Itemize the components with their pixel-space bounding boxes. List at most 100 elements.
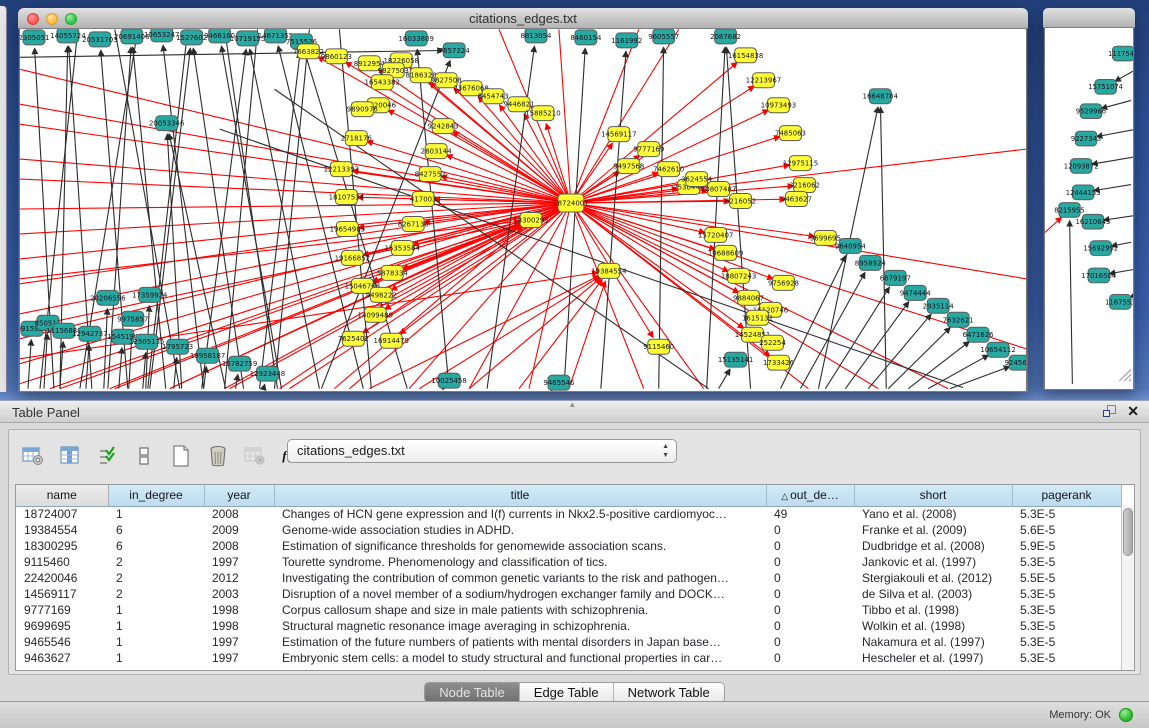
- tab-node-table[interactable]: Node Table: [425, 683, 520, 702]
- graph-node[interactable]: 15751074: [1088, 79, 1123, 94]
- edge-black[interactable]: [193, 48, 243, 388]
- table-cell[interactable]: 5.6E-5: [1012, 522, 1121, 538]
- table-cell[interactable]: 5.3E-5: [1012, 586, 1121, 602]
- table-row[interactable]: 1456911722003Disruption of a novel membe…: [16, 586, 1121, 602]
- delete-table-icon[interactable]: [204, 442, 232, 470]
- edge-black[interactable]: [719, 369, 730, 388]
- graph-node[interactable]: 8427552: [415, 167, 446, 182]
- graph-node[interactable]: 8267130: [398, 216, 429, 231]
- table-cell[interactable]: 1997: [204, 650, 274, 666]
- graph-node[interactable]: 7625402: [338, 331, 369, 346]
- edge-black[interactable]: [28, 340, 31, 389]
- resize-grip-icon[interactable]: [1129, 379, 1131, 381]
- table-cell[interactable]: 0: [766, 618, 854, 634]
- network-canvas[interactable]: 2305051140557242053170320691406106532471…: [19, 29, 1027, 391]
- window-titlebar[interactable]: citations_edges.txt: [18, 8, 1028, 29]
- float-panel-icon[interactable]: [1103, 404, 1117, 418]
- table-cell[interactable]: 1: [108, 650, 204, 666]
- minimize-window-button[interactable]: [46, 13, 58, 25]
- table-cell[interactable]: Wolkin et al. (1998): [854, 618, 1012, 634]
- graph-node[interactable]: 9890976: [347, 102, 378, 117]
- graph-node[interactable]: 14099489: [358, 307, 393, 322]
- graph-node[interactable]: 1167553: [1105, 295, 1134, 310]
- edge-red[interactable]: [20, 203, 571, 364]
- table-cell[interactable]: 49: [766, 506, 854, 522]
- graph-node[interactable]: 417003: [410, 192, 437, 207]
- table-cell[interactable]: 2: [108, 586, 204, 602]
- edge-black[interactable]: [950, 367, 1010, 389]
- edge-black[interactable]: [443, 389, 444, 390]
- graph-node[interactable]: 12213967: [746, 73, 781, 88]
- graph-node[interactable]: 8813054: [520, 29, 552, 43]
- graph-node[interactable]: 7632621: [943, 312, 974, 327]
- table-cell[interactable]: 9699695: [16, 618, 108, 634]
- graph-node[interactable]: 15692992: [1083, 241, 1118, 256]
- edge-black[interactable]: [250, 49, 320, 389]
- edge-black[interactable]: [264, 384, 265, 388]
- graph-node[interactable]: 14055724: [50, 29, 86, 43]
- graph-node[interactable]: 7857224: [439, 43, 471, 58]
- background-network-window[interactable]: 1117542157510749529966922734312093872124…: [1043, 8, 1135, 390]
- table-row[interactable]: 1872400712008Changes of HCN gene express…: [16, 506, 1121, 522]
- table-cell[interactable]: Embryonic stem cells: a model to study s…: [274, 650, 766, 666]
- edge-red[interactable]: [446, 155, 570, 203]
- graph-node[interactable]: 252254: [759, 335, 786, 350]
- graph-node[interactable]: 9242843: [428, 119, 459, 134]
- table-cell[interactable]: 0: [766, 650, 854, 666]
- column-select-icon[interactable]: [56, 442, 84, 470]
- graph-node[interactable]: 8460154: [570, 30, 602, 45]
- edge-black[interactable]: [1097, 130, 1133, 137]
- background-network-canvas[interactable]: 1117542157510749529966922734312093872124…: [1044, 28, 1134, 389]
- edge-red[interactable]: [571, 203, 1026, 279]
- table-settings-icon[interactable]: [19, 442, 47, 470]
- edge-black[interactable]: [104, 309, 108, 389]
- table-cell[interactable]: 1997: [204, 554, 274, 570]
- table-cell[interactable]: Tourette syndrome. Phenomenology and cla…: [274, 554, 766, 570]
- graph-node[interactable]: 20531703: [82, 32, 117, 47]
- edge-red[interactable]: [20, 222, 520, 328]
- select-all-check-icon[interactable]: [93, 442, 121, 470]
- table-cell[interactable]: Yano et al. (2008): [854, 506, 1012, 522]
- edge-black[interactable]: [800, 272, 865, 388]
- graph-node[interactable]: 16033809: [398, 31, 433, 46]
- table-cell[interactable]: Disruption of a novel member of a sodium…: [274, 586, 766, 602]
- table-cell[interactable]: Changes of HCN gene expression and I(f) …: [274, 506, 766, 522]
- graph-node[interactable]: 10654112: [980, 342, 1015, 357]
- graph-node[interactable]: 9463627: [781, 192, 812, 207]
- table-cell[interactable]: 14569117: [16, 586, 108, 602]
- graph-node[interactable]: 7663822: [293, 44, 324, 59]
- graph-node[interactable]: 6471626: [963, 327, 994, 342]
- graph-node[interactable]: 2087682: [710, 29, 741, 44]
- table-cell[interactable]: 1: [108, 602, 204, 618]
- graph-node[interactable]: 9975857: [117, 311, 148, 326]
- graph-node[interactable]: 2718176: [341, 131, 372, 146]
- graph-node-hub[interactable]: 18724007: [553, 194, 588, 212]
- graph-node[interactable]: 3216062: [789, 178, 820, 193]
- graph-node[interactable]: 12975115: [783, 156, 818, 171]
- graph-node[interactable]: 1615132: [742, 310, 773, 325]
- table-row[interactable]: 946362711997Embryonic stem cells: a mode…: [16, 650, 1121, 666]
- edge-black[interactable]: [845, 302, 908, 389]
- split-divider-grip[interactable]: ▴: [570, 399, 575, 410]
- table-cell[interactable]: 5.3E-5: [1012, 650, 1121, 666]
- table-cell[interactable]: Structural magnetic resonance image aver…: [274, 618, 766, 634]
- table-cell[interactable]: 2: [108, 554, 204, 570]
- graph-node[interactable]: 7462610: [653, 162, 684, 177]
- graph-node[interactable]: 16914479: [374, 333, 409, 348]
- edge-black[interactable]: [119, 348, 122, 389]
- edge-red[interactable]: [569, 281, 605, 388]
- table-cell[interactable]: 1: [108, 618, 204, 634]
- table-cell[interactable]: 0: [766, 522, 854, 538]
- table-cell[interactable]: 0: [766, 586, 854, 602]
- graph-node[interactable]: 6216052: [725, 194, 756, 209]
- table-cell[interactable]: Nakamura et al. (1997): [854, 634, 1012, 650]
- edge-black[interactable]: [225, 29, 278, 388]
- table-cell[interactable]: 18724007: [16, 506, 108, 522]
- table-cell[interactable]: Dudbridge et al. (2008): [854, 538, 1012, 554]
- graph-node[interactable]: 9115460: [643, 339, 674, 354]
- graph-node[interactable]: 2803144: [421, 144, 453, 159]
- table-cell[interactable]: 0: [766, 554, 854, 570]
- graph-node[interactable]: 1527602: [176, 30, 207, 45]
- table-panel-header[interactable]: ▴ Table Panel ✕: [0, 401, 1149, 423]
- graph-node[interactable]: 9756928: [768, 275, 799, 290]
